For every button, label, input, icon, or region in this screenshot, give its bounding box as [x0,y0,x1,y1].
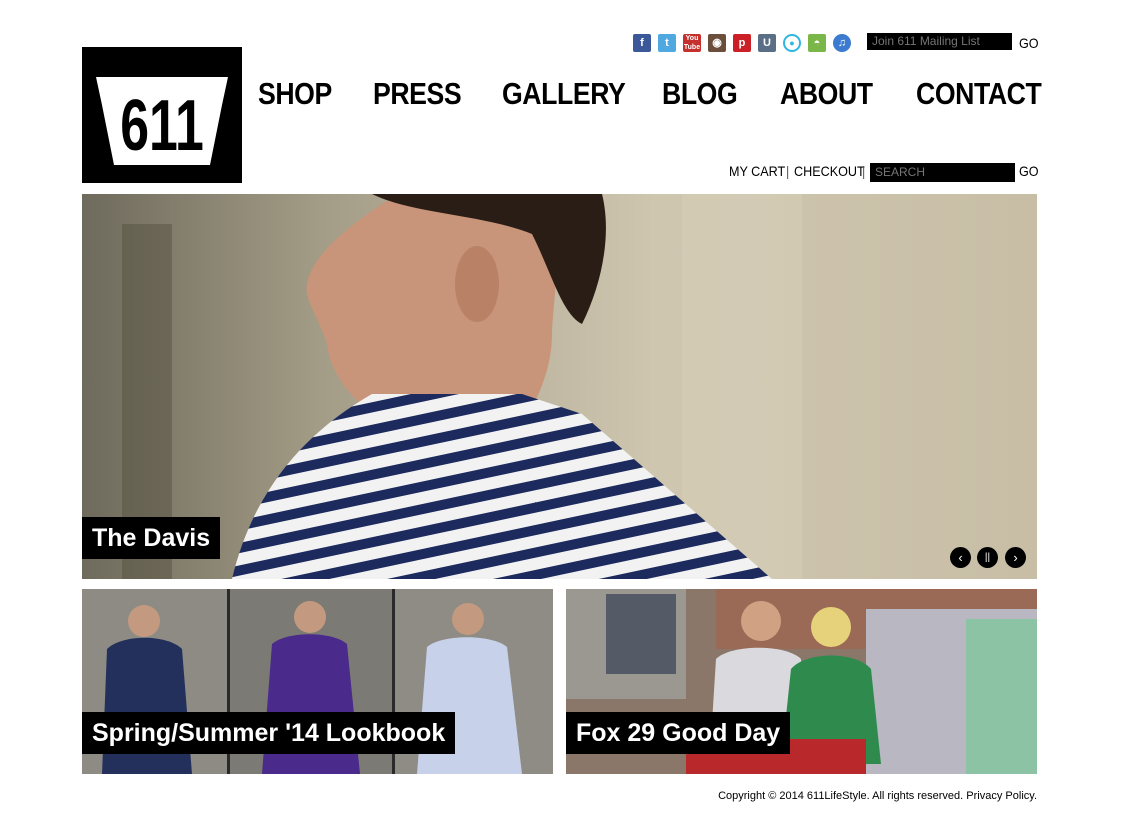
itunes-icon[interactable]: ♫ [833,34,851,52]
hero-slider[interactable]: The Davis [82,194,1037,579]
mailing-go-button[interactable]: GO [1019,35,1039,51]
mailing-list-input[interactable] [867,33,1012,50]
copyright-text: Copyright © 2014 611LifeStyle. All right… [718,790,964,802]
nav-shop[interactable]: SHOP [258,76,332,112]
nav-press[interactable]: PRESS [373,76,462,112]
circle-icon[interactable]: ● [783,34,801,52]
nav-blog[interactable]: BLOG [662,76,738,112]
youtube-icon[interactable]: You Tube [683,34,701,52]
slider-pause-button[interactable]: || [977,547,998,568]
press-caption[interactable]: Fox 29 Good Day [566,712,791,754]
search-input[interactable] [870,163,1015,182]
nav-gallery[interactable]: GALLERY [502,76,626,112]
pinterest-icon[interactable]: p [733,34,751,52]
privacy-policy-link[interactable]: Privacy Policy. [966,790,1037,802]
slider-prev-button[interactable]: ‹ [950,547,971,568]
instagram-icon[interactable]: ◉ [708,34,726,52]
my-cart-link[interactable]: MY CART [729,163,785,179]
separator: | [862,163,866,179]
lookbook-caption[interactable]: Spring/Summer '14 Lookbook [82,712,456,754]
footer: Copyright © 2014 611LifeStyle. All right… [700,790,1037,802]
grooveshark-icon[interactable]: ◓ [808,34,826,52]
hero-caption[interactable]: The Davis [82,517,221,559]
search-go-button[interactable]: GO [1019,163,1039,179]
hero-image [82,194,1037,579]
nav-about[interactable]: ABOUT [780,76,873,112]
lookbook-tile[interactable]: Spring/Summer '14 Lookbook [82,589,553,774]
twitter-icon[interactable]: t [658,34,676,52]
brand-logo[interactable]: 611 [82,47,242,183]
facebook-icon[interactable]: f [633,34,651,52]
checkout-link[interactable]: CHECKOUT [794,163,865,179]
slider-next-button[interactable]: › [1005,547,1026,568]
separator: | [786,163,790,179]
nav-contact[interactable]: CONTACT [916,76,1042,112]
logo-text: 611 [120,86,204,166]
ustream-icon[interactable]: U [758,34,776,52]
press-tile[interactable]: Fox 29 Good Day [566,589,1037,774]
